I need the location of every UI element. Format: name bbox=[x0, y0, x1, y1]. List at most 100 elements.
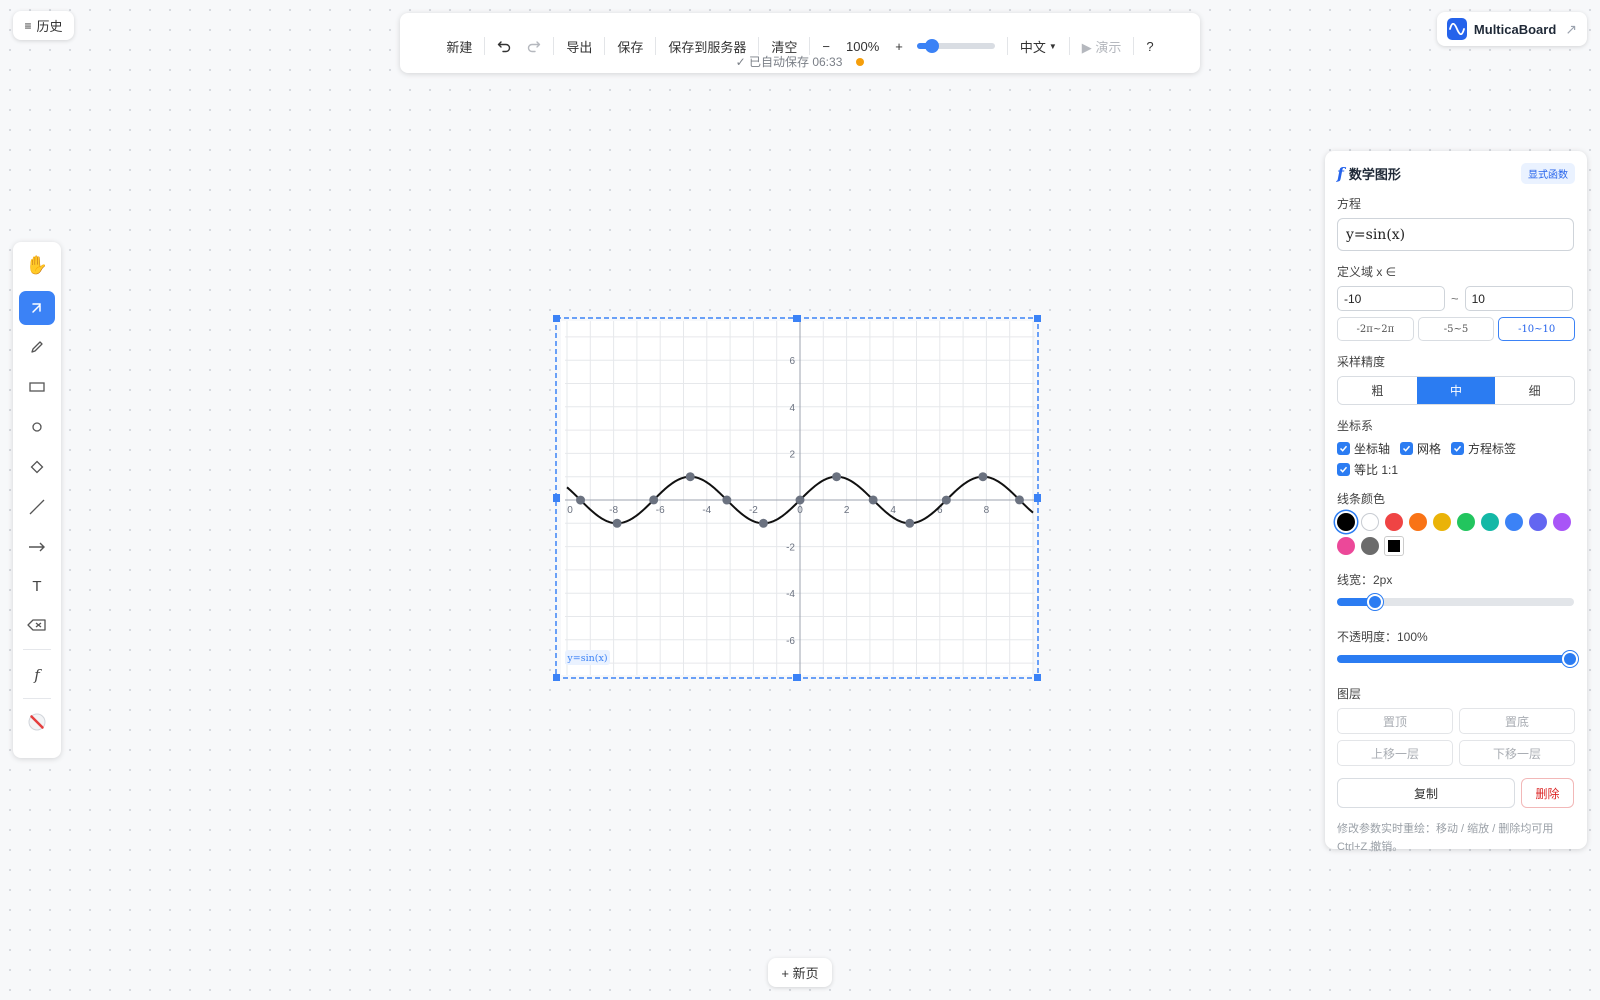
tool-laser[interactable] bbox=[19, 705, 55, 739]
x-tick-label: 0 bbox=[567, 505, 573, 516]
color-swatch[interactable] bbox=[1337, 537, 1355, 555]
color-swatch[interactable] bbox=[1409, 513, 1427, 531]
opacity-thumb[interactable] bbox=[1562, 651, 1578, 667]
key-point bbox=[868, 495, 878, 505]
color-swatch[interactable] bbox=[1457, 513, 1475, 531]
resize-handle[interactable] bbox=[1034, 314, 1042, 322]
check-icon bbox=[1337, 442, 1350, 455]
domain-min-input[interactable] bbox=[1337, 286, 1445, 311]
color-swatch[interactable] bbox=[1385, 537, 1403, 555]
tool-line[interactable] bbox=[19, 490, 55, 524]
palette-divider bbox=[23, 698, 51, 699]
brand-logo bbox=[1447, 18, 1467, 40]
resize-handle[interactable] bbox=[793, 674, 801, 682]
zoom-level: 100% bbox=[846, 38, 880, 54]
panel-hint: 修改参数实时重绘：移动 / 缩放 / 删除均可用 Ctrl+Z 撤销。 bbox=[1337, 823, 1554, 853]
function-type-badge: 显式函数 bbox=[1521, 162, 1575, 184]
send-to-back-button[interactable]: 置底 bbox=[1459, 708, 1575, 734]
resize-handle[interactable] bbox=[552, 674, 560, 682]
resize-handle[interactable] bbox=[1034, 674, 1042, 682]
line-width-thumb[interactable] bbox=[1366, 594, 1383, 610]
tool-eraser[interactable] bbox=[19, 608, 55, 642]
move-up-button[interactable]: 上移一层 bbox=[1337, 740, 1453, 766]
opacity-slider[interactable] bbox=[1337, 651, 1578, 667]
tool-arrow[interactable] bbox=[19, 530, 55, 564]
graph-canvas: 0 -8 -6 -4 -2 0 2 4 6 8642-2-4-6y=sin(x) bbox=[552, 314, 1042, 682]
undo-icon bbox=[498, 41, 511, 53]
equation-label: 方程 bbox=[1337, 197, 1362, 211]
color-swatch[interactable] bbox=[1529, 513, 1547, 531]
resize-handle[interactable] bbox=[1034, 494, 1042, 502]
tool-diamond[interactable] bbox=[19, 450, 55, 484]
color-swatch[interactable] bbox=[1481, 513, 1499, 531]
line-width-slider[interactable] bbox=[1337, 594, 1574, 610]
tool-text[interactable]: T bbox=[19, 569, 55, 603]
function-icon: f bbox=[1337, 163, 1344, 183]
equation-label-checkbox-label: 方程标签 bbox=[1468, 442, 1517, 456]
grid-checkbox[interactable]: 网格 bbox=[1400, 440, 1441, 457]
tool-ellipse[interactable] bbox=[19, 410, 55, 444]
tool-palette: ✋ T f bbox=[13, 242, 61, 758]
arrow-icon bbox=[29, 542, 45, 552]
line-icon bbox=[29, 499, 45, 515]
bring-to-front-button[interactable]: 置顶 bbox=[1337, 708, 1453, 734]
history-button[interactable]: ≡ 历史 bbox=[13, 11, 74, 40]
color-swatch[interactable] bbox=[1385, 513, 1403, 531]
x-tick-label: -6 bbox=[656, 505, 665, 516]
tool-hand[interactable]: ✋ bbox=[19, 248, 55, 282]
key-point bbox=[941, 495, 951, 505]
y-tick-label: 4 bbox=[789, 403, 795, 414]
resize-handle[interactable] bbox=[552, 314, 560, 322]
tool-rectangle[interactable] bbox=[19, 370, 55, 404]
tool-function[interactable]: f bbox=[19, 658, 55, 692]
tool-select[interactable] bbox=[19, 291, 55, 325]
domain-preset-10[interactable]: -10~10 bbox=[1498, 317, 1576, 341]
precision-coarse[interactable]: 粗 bbox=[1338, 377, 1417, 404]
zoom-slider[interactable] bbox=[916, 39, 995, 53]
domain-preset-2pi[interactable]: -2π~2π bbox=[1337, 317, 1414, 341]
equation-label-checkbox[interactable]: 方程标签 bbox=[1451, 440, 1516, 457]
brand-link[interactable]: MulticaBoard ↗ bbox=[1437, 12, 1587, 46]
math-graph[interactable]: 0 -8 -6 -4 -2 0 2 4 6 8 6 4 2 -2 -4 -6 y=sin(x) bbox=[552, 314, 1042, 682]
text-icon: T bbox=[32, 577, 42, 595]
x-tick-label: 2 bbox=[844, 505, 850, 516]
laser-icon bbox=[28, 713, 46, 731]
x-tick-label: 0 bbox=[797, 505, 803, 516]
key-point bbox=[722, 495, 732, 505]
grid-checkbox-label: 网格 bbox=[1417, 442, 1442, 456]
opacity-fill bbox=[1337, 655, 1574, 663]
color-swatch[interactable] bbox=[1553, 513, 1571, 531]
eraser-icon bbox=[27, 619, 46, 631]
move-down-button[interactable]: 下移一层 bbox=[1459, 740, 1575, 766]
opacity-label: 不透明度：100% bbox=[1337, 630, 1428, 644]
y-tick-label: 6 bbox=[789, 356, 795, 367]
resize-handle[interactable] bbox=[793, 314, 801, 322]
equation-input[interactable] bbox=[1337, 218, 1574, 251]
resize-handle[interactable] bbox=[552, 494, 560, 502]
color-swatch[interactable] bbox=[1337, 513, 1355, 531]
tool-pencil[interactable] bbox=[19, 330, 55, 364]
key-point bbox=[905, 518, 915, 528]
domain-preset-5[interactable]: -5~5 bbox=[1417, 317, 1495, 341]
key-point bbox=[1014, 495, 1024, 505]
color-swatch[interactable] bbox=[1361, 537, 1379, 555]
history-label: 历史 bbox=[36, 19, 63, 34]
precision-medium[interactable]: 中 bbox=[1416, 377, 1496, 404]
check-icon bbox=[1337, 463, 1350, 476]
axes-checkbox[interactable]: 坐标轴 bbox=[1337, 440, 1390, 457]
new-page-button[interactable]: + 新页 bbox=[768, 958, 832, 987]
color-swatch[interactable] bbox=[1505, 513, 1523, 531]
y-tick-label: 2 bbox=[789, 449, 795, 460]
color-swatch[interactable] bbox=[1361, 513, 1379, 531]
external-link-icon: ↗ bbox=[1565, 20, 1577, 37]
color-swatch[interactable] bbox=[1433, 513, 1451, 531]
precision-fine[interactable]: 细 bbox=[1495, 377, 1574, 404]
delete-button[interactable]: 删除 bbox=[1521, 778, 1574, 808]
zoom-slider-thumb[interactable] bbox=[924, 39, 939, 53]
redo-icon bbox=[528, 41, 541, 53]
equal-aspect-checkbox[interactable]: 等比 1:1 bbox=[1337, 461, 1398, 478]
domain-label: 定义域 x ∈ bbox=[1337, 265, 1397, 279]
domain-max-input[interactable] bbox=[1464, 286, 1573, 311]
check-icon bbox=[1400, 442, 1414, 455]
copy-button[interactable]: 复制 bbox=[1337, 778, 1515, 808]
